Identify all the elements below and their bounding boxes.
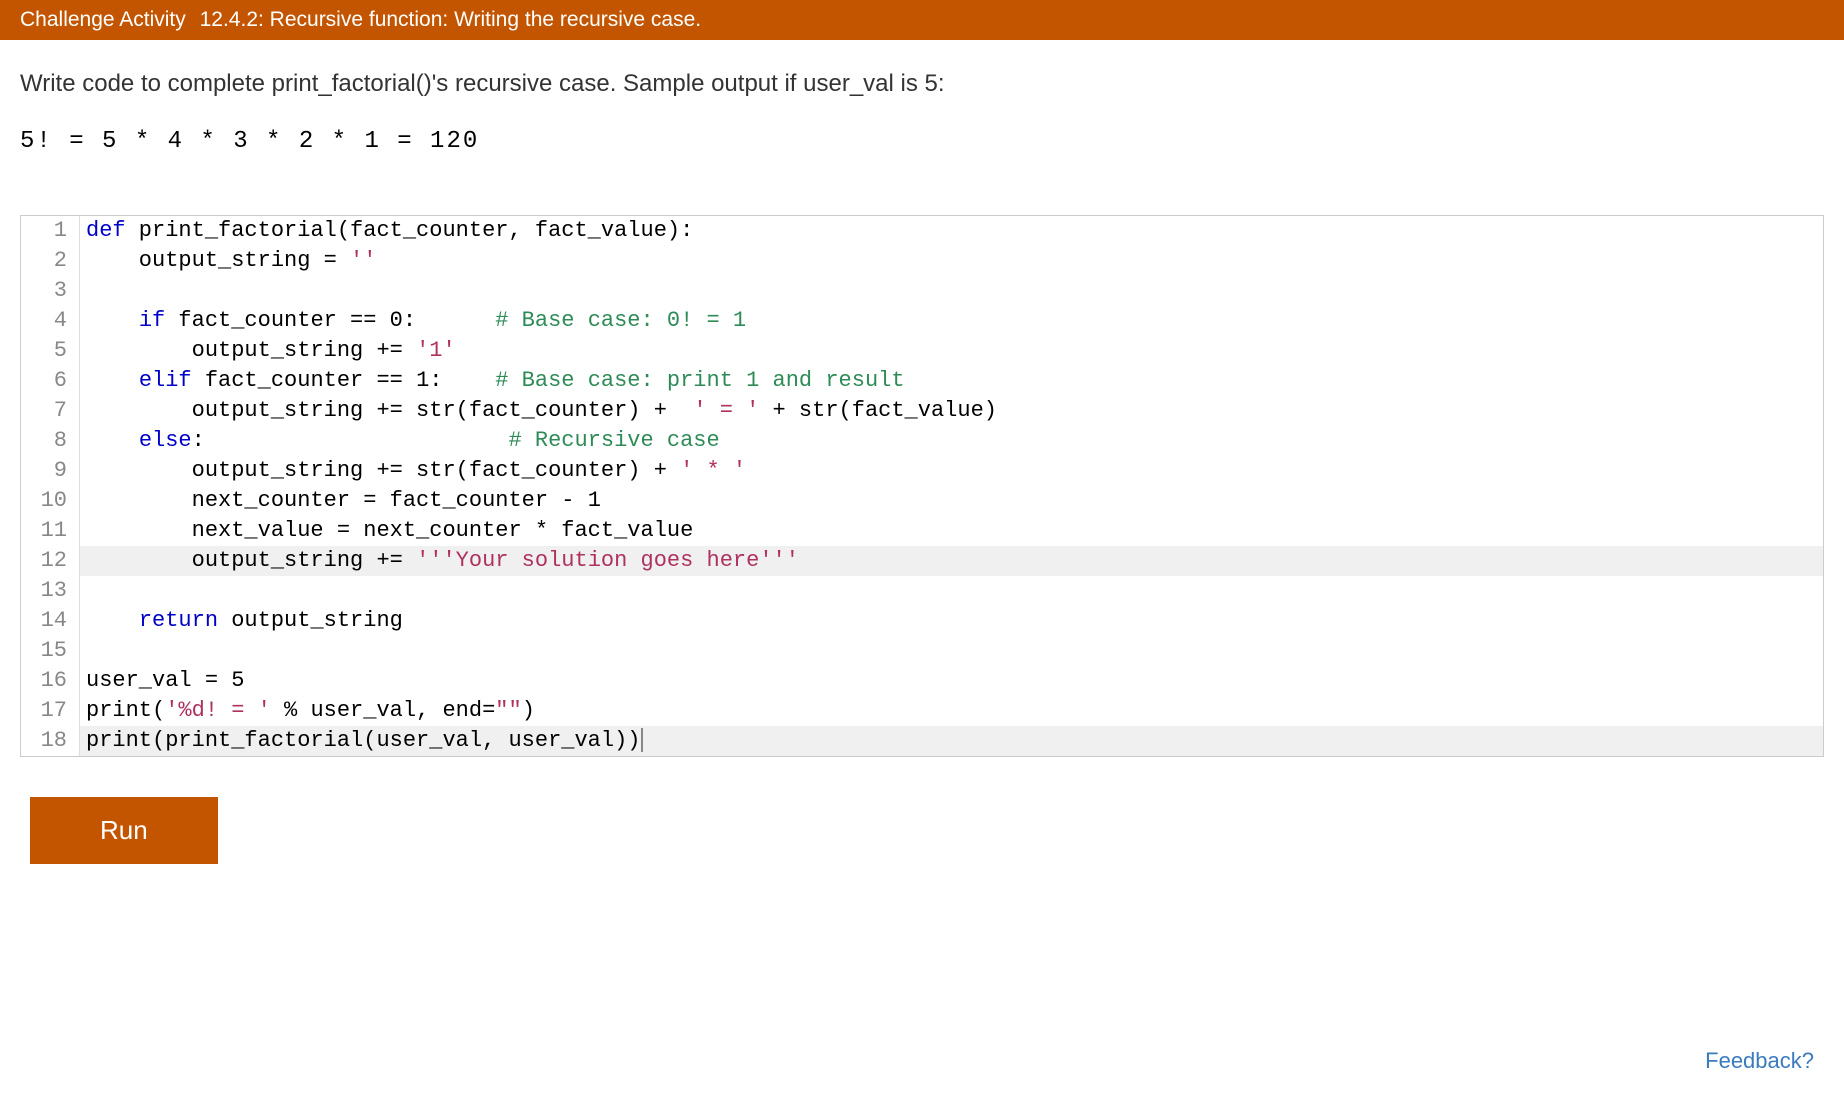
line-number: 17 (21, 696, 79, 726)
line-number: 5 (21, 336, 79, 366)
code-line-18: 18 print(print_factorial(user_val, user_… (21, 726, 1823, 756)
code-line-13: 13 (21, 576, 1823, 606)
code-line-10: 10 next_counter = fact_counter - 1 (21, 486, 1823, 516)
code-line-3: 3 (21, 276, 1823, 306)
header-title: 12.4.2: Recursive function: Writing the … (200, 8, 702, 31)
cursor-icon (641, 728, 643, 752)
run-button[interactable]: Run (30, 797, 218, 864)
code-line-12: 12 output_string += '''Your solution goe… (21, 546, 1823, 576)
code-line-2: 2 output_string = '' (21, 246, 1823, 276)
code-line-5: 5 output_string += '1' (21, 336, 1823, 366)
line-number: 12 (21, 546, 79, 576)
challenge-header: Challenge Activity 12.4.2: Recursive fun… (0, 0, 1844, 40)
code-line-1: 1 def print_factorial(fact_counter, fact… (21, 216, 1823, 246)
line-number: 9 (21, 456, 79, 486)
line-number: 2 (21, 246, 79, 276)
line-number: 14 (21, 606, 79, 636)
line-number: 1 (21, 216, 79, 246)
line-number: 16 (21, 666, 79, 696)
code-line-14: 14 return output_string (21, 606, 1823, 636)
code-line-17: 17 print('%d! = ' % user_val, end="") (21, 696, 1823, 726)
code-editor[interactable]: 1 def print_factorial(fact_counter, fact… (20, 215, 1824, 757)
code-line-6: 6 elif fact_counter == 1: # Base case: p… (21, 366, 1823, 396)
line-number: 11 (21, 516, 79, 546)
line-number: 3 (21, 276, 79, 306)
sample-output: 5! = 5 * 4 * 3 * 2 * 1 = 120 (0, 108, 1844, 215)
instructions-text: Write code to complete print_factorial()… (0, 40, 1844, 108)
line-number: 15 (21, 636, 79, 666)
line-number: 10 (21, 486, 79, 516)
code-line-4: 4 if fact_counter == 0: # Base case: 0! … (21, 306, 1823, 336)
code-line-15: 15 (21, 636, 1823, 666)
code-line-7: 7 output_string += str(fact_counter) + '… (21, 396, 1823, 426)
code-line-11: 11 next_value = next_counter * fact_valu… (21, 516, 1823, 546)
line-number: 18 (21, 726, 79, 756)
code-line-9: 9 output_string += str(fact_counter) + '… (21, 456, 1823, 486)
header-label: Challenge Activity (20, 8, 186, 31)
code-line-16: 16 user_val = 5 (21, 666, 1823, 696)
line-number: 8 (21, 426, 79, 456)
feedback-link[interactable]: Feedback? (1705, 1048, 1814, 1074)
line-number: 4 (21, 306, 79, 336)
line-number: 7 (21, 396, 79, 426)
code-line-8: 8 else: # Recursive case (21, 426, 1823, 456)
line-number: 13 (21, 576, 79, 606)
line-number: 6 (21, 366, 79, 396)
